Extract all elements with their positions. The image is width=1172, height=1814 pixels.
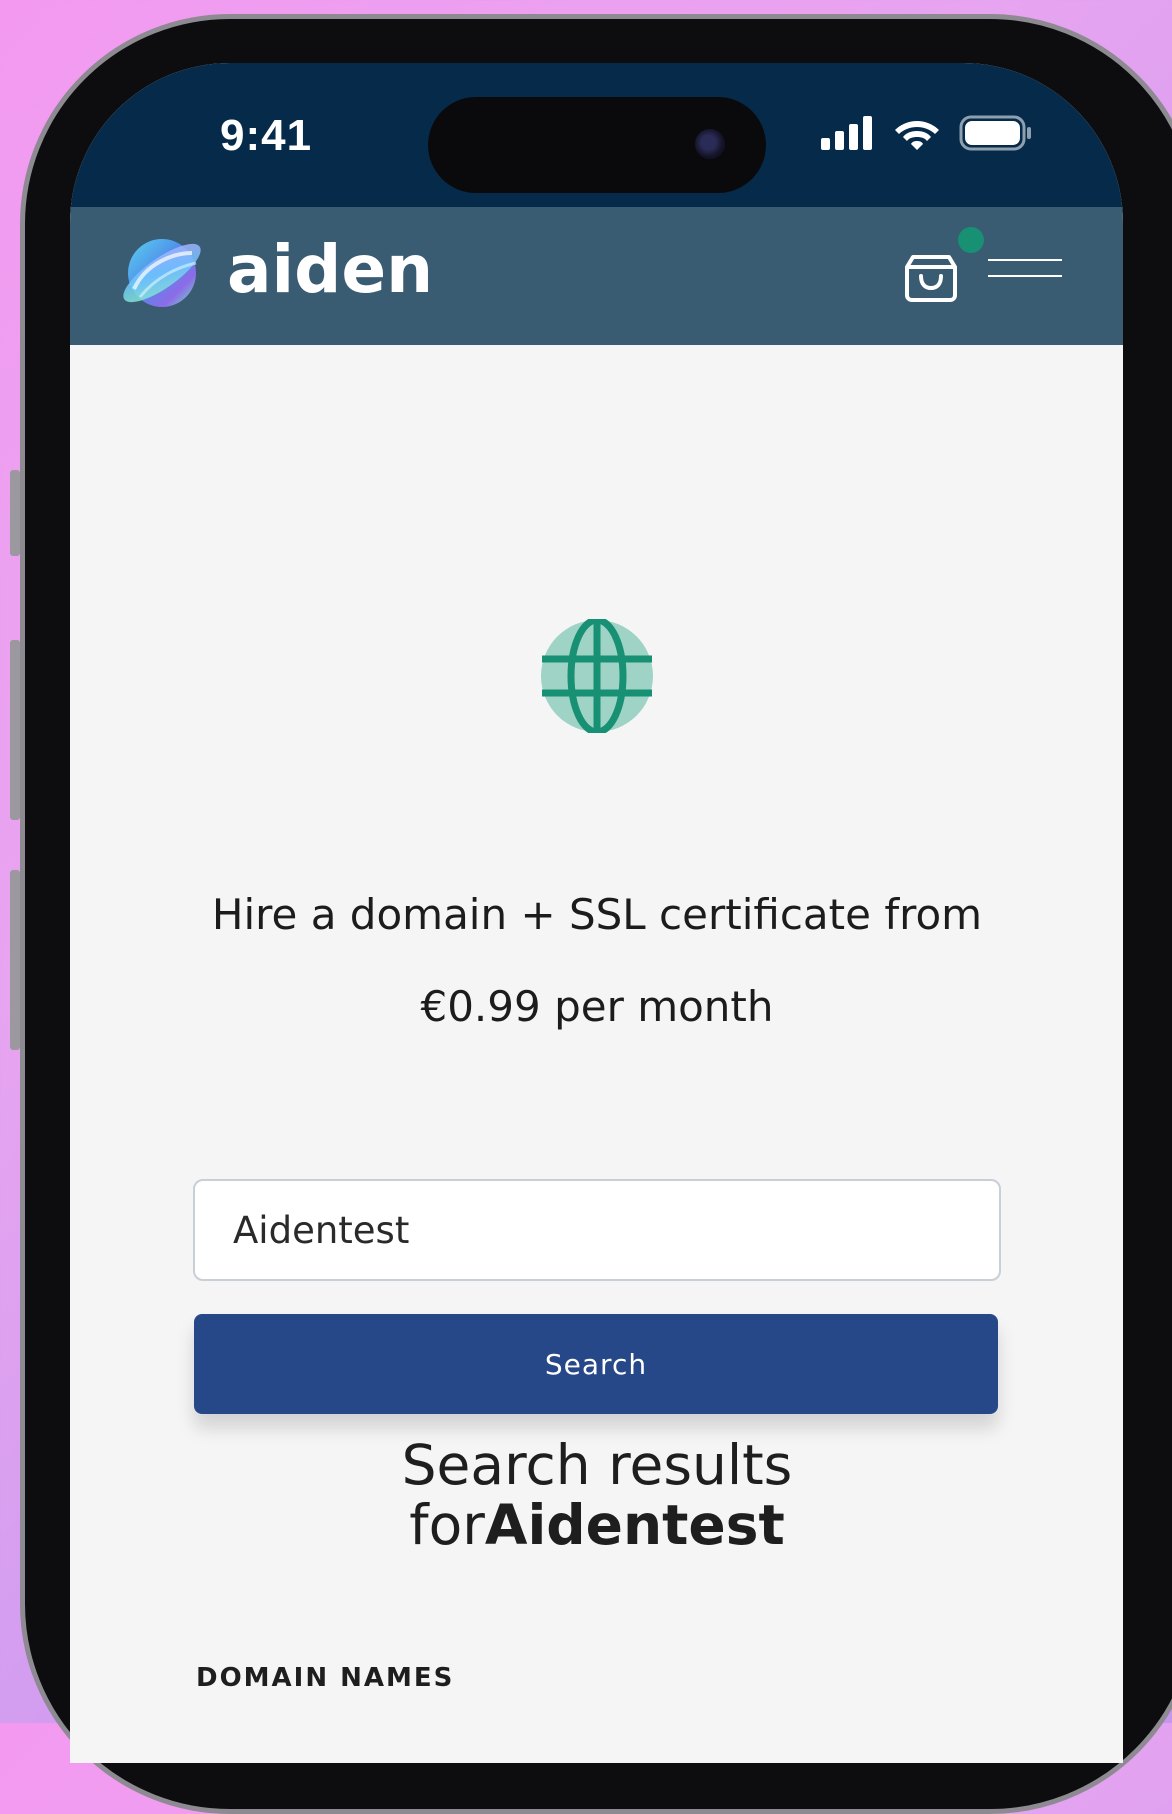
search-results-title: Search results forAidentest bbox=[170, 1435, 1024, 1555]
hamburger-menu-icon[interactable] bbox=[988, 259, 1062, 285]
domain-names-section-label: DOMAIN NAMES bbox=[196, 1663, 455, 1693]
domain-search-input[interactable] bbox=[193, 1179, 1001, 1281]
camera-icon bbox=[695, 129, 725, 159]
shopping-bag-icon[interactable] bbox=[903, 243, 959, 303]
status-bar: 9:41 bbox=[70, 63, 1123, 207]
dynamic-island bbox=[428, 97, 766, 193]
globe-icon bbox=[541, 619, 653, 733]
hero-headline: Hire a domain + SSL certificate from €0.… bbox=[140, 869, 1054, 1053]
cart-notification-badge bbox=[958, 227, 984, 253]
results-title-line-1: Search results bbox=[401, 1433, 793, 1497]
headline-line-1: Hire a domain + SSL certificate from bbox=[211, 890, 983, 939]
brand-name[interactable]: aiden bbox=[227, 231, 433, 308]
search-button[interactable]: Search bbox=[194, 1314, 998, 1414]
status-time: 9:41 bbox=[220, 111, 313, 160]
results-title-prefix: for bbox=[409, 1493, 485, 1557]
results-title-line-2: forAidentest bbox=[170, 1495, 1024, 1555]
planet-logo-icon[interactable] bbox=[116, 233, 208, 313]
silent-switch bbox=[10, 470, 20, 556]
headline-line-2: €0.99 per month bbox=[420, 982, 774, 1031]
volume-down-button bbox=[10, 870, 20, 1050]
status-icons bbox=[821, 115, 1033, 151]
navbar: aiden bbox=[70, 207, 1123, 345]
wifi-icon bbox=[895, 121, 939, 150]
volume-up-button bbox=[10, 640, 20, 820]
cellular-signal-icon bbox=[821, 116, 872, 150]
results-query: Aidentest bbox=[484, 1493, 785, 1557]
battery-icon bbox=[959, 115, 1031, 151]
phone-screen: 9:41 aiden Hire a domain + SSL certifica… bbox=[70, 63, 1123, 1763]
